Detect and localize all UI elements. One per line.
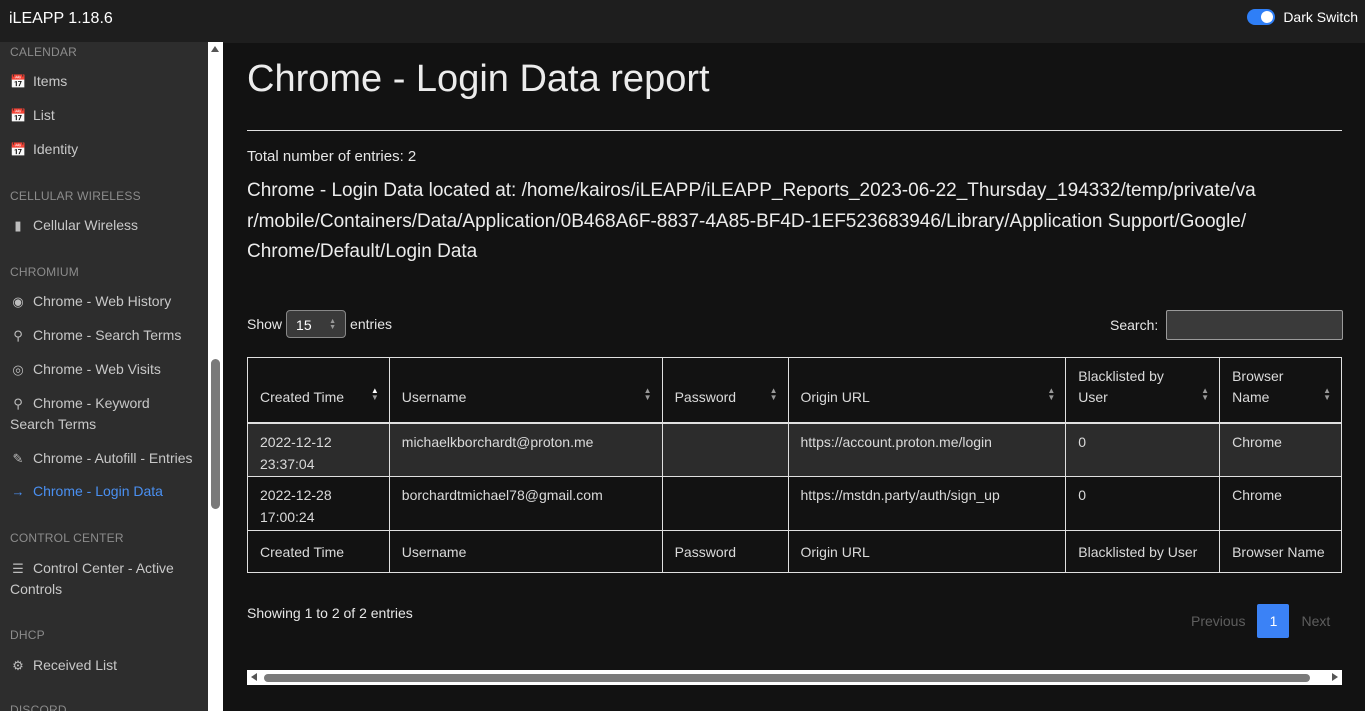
dark-switch[interactable]: Dark Switch	[1247, 9, 1358, 25]
footer-password: Password	[661, 530, 789, 573]
sidebar-item-calendar-list[interactable]: 📅 List	[10, 105, 200, 126]
nav-heading-chromium: CHROMIUM	[10, 265, 79, 279]
log-in-icon: →	[11, 484, 25, 499]
previous-page-button[interactable]: Previous	[1180, 605, 1256, 637]
sidebar-scroll-thumb[interactable]	[211, 359, 220, 509]
dark-switch-label: Dark Switch	[1283, 9, 1358, 25]
sidebar-item-chrome-login-data[interactable]: → Chrome - Login Data	[10, 481, 200, 502]
sort-icon: ▲ ▼	[1201, 385, 1210, 402]
calendar-icon: 📅	[10, 74, 27, 89]
calendar-icon: 📅	[10, 142, 27, 157]
scroll-left-arrow-icon[interactable]	[251, 673, 257, 681]
sidebar-item-chrome-autofill-entries[interactable]: ✎ Chrome - Autofill - Entries	[10, 448, 200, 469]
cell-password	[661, 422, 789, 477]
table-info: Showing 1 to 2 of 2 entries	[247, 605, 413, 621]
cell-origin-url: https://account.proton.me/login	[787, 422, 1067, 477]
settings-icon: ⚙	[12, 658, 24, 673]
sidebar-item-calendar-identity[interactable]: 📅 Identity	[10, 139, 200, 160]
sliders-icon: ☰	[12, 561, 24, 576]
cell-created-time: 2022-12-12 23:37:04	[247, 422, 390, 477]
nav-heading-calendar: CALENDAR	[10, 45, 77, 59]
sidebar-item-dhcp-received-list[interactable]: ⚙ Received List	[10, 655, 200, 676]
column-header-password[interactable]: Password ▲ ▼	[661, 357, 789, 423]
table-horizontal-scrollbar[interactable]	[247, 670, 1342, 685]
footer-username: Username	[388, 530, 663, 573]
search-control: Search:	[1110, 310, 1344, 340]
nav-heading-discord: DISCORD	[10, 703, 67, 711]
page-size-control: Show 15 ▲ ▼ entries	[247, 310, 392, 338]
nav-heading-control-center: CONTROL CENTER	[10, 531, 124, 545]
sidebar-item-control-center-active-controls[interactable]: ☰ Control Center - Active Controls	[10, 558, 200, 600]
search-input[interactable]	[1166, 310, 1344, 340]
dark-switch-toggle[interactable]	[1247, 9, 1276, 25]
cell-username: michaelkborchardt@proton.me	[388, 422, 663, 477]
column-header-username[interactable]: Username ▲ ▼	[388, 357, 663, 423]
cell-created-time: 2022-12-28 17:00:24	[247, 476, 390, 531]
footer-blacklisted: Blacklisted by User	[1065, 530, 1221, 573]
scroll-right-arrow-icon[interactable]	[1332, 673, 1338, 681]
login-data-table: Created Time ▲ ▼ Username ▲ ▼ Password ▲ ▼ …	[247, 357, 1342, 573]
entries-label: entries	[350, 316, 393, 332]
cell-blacklisted: 0	[1065, 476, 1221, 531]
sidebar-item-cellular-wireless[interactable]: ▮ Cellular Wireless	[10, 215, 200, 236]
source-path: Chrome - Login Data located at: /home/ka…	[247, 180, 1256, 262]
bar-chart-icon: ▮	[14, 218, 22, 233]
footer-created-time: Created Time	[247, 530, 390, 573]
scroll-up-arrow-icon[interactable]	[211, 46, 219, 52]
title-divider	[247, 130, 1342, 131]
footer-browser-name: Browser Name	[1219, 530, 1342, 573]
sort-asc-icon: ▲ ▼	[370, 385, 379, 402]
app-title: iLEAPP 1.18.6	[0, 0, 223, 42]
sort-icon: ▲ ▼	[1047, 385, 1056, 402]
sidebar-item-chrome-web-visits[interactable]: ◎ Chrome - Web Visits	[10, 359, 200, 380]
globe-icon: ◎	[12, 362, 24, 377]
page-title: Chrome - Login Data report	[247, 58, 710, 100]
sidebar-item-chrome-keyword-search-terms[interactable]: ⚲ Chrome - Keyword Search Terms	[10, 393, 200, 435]
sidebar-item-calendar-items[interactable]: 📅 Items	[10, 71, 200, 92]
column-header-origin-url[interactable]: Origin URL ▲ ▼	[787, 357, 1067, 423]
horizontal-scroll-thumb[interactable]	[264, 674, 1310, 682]
sidebar-item-chrome-search-terms[interactable]: ⚲ Chrome - Search Terms	[10, 325, 200, 346]
cell-browser-name: Chrome	[1219, 476, 1342, 531]
show-label: Show	[247, 316, 283, 332]
cell-blacklisted: 0	[1065, 422, 1221, 477]
column-header-created-time[interactable]: Created Time ▲ ▼	[247, 357, 390, 423]
page-size-select[interactable]: 15 ▲ ▼	[286, 310, 347, 338]
cell-password	[661, 476, 789, 531]
nav-heading-dhcp: DHCP	[10, 628, 45, 642]
sort-icon: ▲ ▼	[1323, 385, 1331, 402]
page-1-button[interactable]: 1	[1257, 604, 1290, 638]
calendar-icon: 📅	[10, 108, 27, 123]
chrome-icon: ◉	[12, 294, 24, 309]
edit-icon: ✎	[12, 451, 24, 466]
table-row: 2022-12-12 23:37:04 michaelkborchardt@pro…	[247, 422, 1342, 477]
search-label: Search:	[1110, 317, 1159, 333]
sort-icon: ▲ ▼	[769, 385, 778, 402]
sidebar-scrollbar[interactable]	[208, 42, 223, 711]
cell-username: borchardtmichael78@gmail.com	[388, 476, 663, 531]
nav-heading-cellular: CELLULAR WIRELESS	[10, 189, 141, 203]
column-header-browser-name[interactable]: Browser Name ▲ ▼	[1219, 357, 1342, 423]
table-row: 2022-12-28 17:00:24 borchardtmichael78@gm…	[247, 476, 1342, 531]
search-icon: ⚲	[13, 328, 23, 343]
sidebar-item-chrome-web-history[interactable]: ◉ Chrome - Web History	[10, 291, 200, 312]
pagination: Previous 1 Next	[1180, 604, 1341, 638]
search-icon: ⚲	[13, 396, 23, 411]
cell-browser-name: Chrome	[1219, 422, 1342, 477]
sort-icon: ▲ ▼	[643, 385, 652, 402]
cell-origin-url: https://mstdn.party/auth/sign_up	[787, 476, 1067, 531]
top-bar: Dark Switch	[223, 0, 1365, 43]
column-header-blacklisted[interactable]: Blacklisted by User ▲ ▼	[1065, 357, 1221, 423]
total-entries: Total number of entries: 2	[247, 148, 417, 165]
select-arrows-icon: ▲ ▼	[329, 318, 337, 331]
next-page-button[interactable]: Next	[1290, 605, 1341, 637]
sidebar: CALENDAR 📅 Items 📅 List 📅 Identity CELLULAR…	[0, 42, 208, 711]
footer-origin-url: Origin URL	[787, 530, 1067, 573]
